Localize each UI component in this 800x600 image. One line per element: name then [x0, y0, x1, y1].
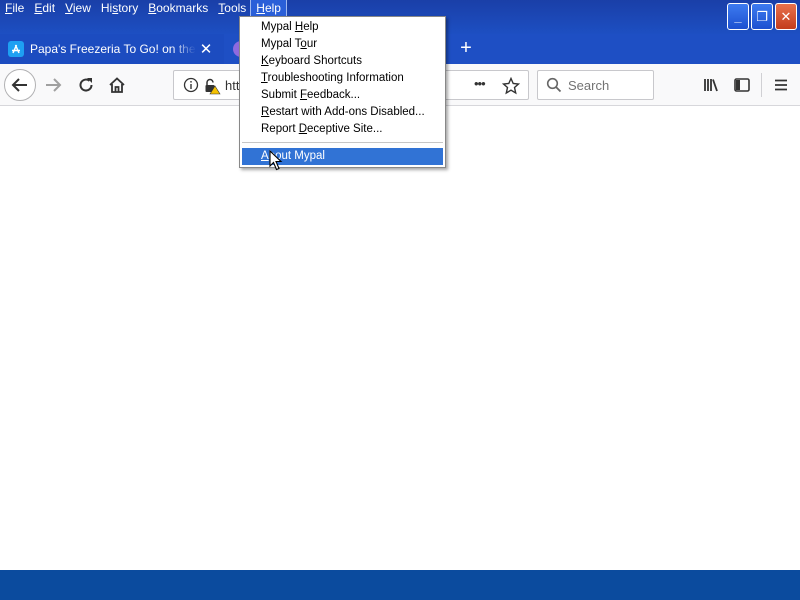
back-arrow-icon: [11, 78, 27, 92]
menu-item-keyboard-shortcuts[interactable]: Keyboard Shortcuts: [242, 53, 443, 70]
toolbar-divider: [761, 73, 762, 97]
close-icon: ✕: [780, 8, 792, 24]
window-controls: _ ❐ ✕: [727, 3, 797, 30]
url-text: htt: [225, 78, 240, 93]
menu-history[interactable]: History: [96, 0, 143, 17]
sidebar-icon: [734, 78, 750, 92]
home-button[interactable]: [103, 71, 131, 99]
page-actions-icon[interactable]: •••: [474, 76, 486, 91]
search-bar[interactable]: Search: [537, 70, 654, 100]
menu-tools[interactable]: Tools: [213, 0, 251, 17]
restore-button[interactable]: ❐: [751, 3, 773, 30]
home-icon: [109, 77, 125, 93]
menu-item-report-deceptive-site[interactable]: Report Deceptive Site...: [242, 121, 443, 138]
menu-item-troubleshooting[interactable]: Troubleshooting Information: [242, 70, 443, 87]
restore-icon: ❐: [756, 8, 768, 24]
mouse-cursor-icon: [269, 150, 283, 171]
help-menu-dropdown: Mypal Help Mypal Tour Keyboard Shortcuts…: [239, 16, 446, 168]
menu-button[interactable]: [767, 71, 795, 99]
tab-close-icon[interactable]: ✕: [198, 41, 214, 58]
menu-help[interactable]: Help: [250, 0, 287, 18]
search-icon: [546, 77, 562, 93]
forward-arrow-icon: [46, 78, 62, 92]
page-content[interactable]: [0, 106, 800, 570]
back-button[interactable]: [4, 69, 36, 101]
menu-item-submit-feedback[interactable]: Submit Feedback...: [242, 87, 443, 104]
tab-app-store[interactable]: Papa's Freezeria To Go! on the App Store…: [0, 34, 224, 64]
new-tab-button[interactable]: +: [456, 37, 476, 59]
insecure-lock-icon[interactable]: [203, 77, 221, 95]
info-icon[interactable]: [183, 77, 199, 93]
app-store-icon: [8, 41, 24, 57]
close-window-button[interactable]: ✕: [775, 3, 797, 30]
menu-item-mypal-help[interactable]: Mypal Help: [242, 19, 443, 36]
hamburger-menu-icon: [775, 79, 787, 91]
tab-title: Papa's Freezeria To Go! on the App Store: [30, 42, 196, 56]
menu-item-restart-addons-disabled[interactable]: Restart with Add-ons Disabled...: [242, 104, 443, 121]
minimize-icon: _: [734, 9, 742, 24]
minimize-button[interactable]: _: [727, 3, 749, 30]
menu-bar: File Edit View History Bookmarks Tools H…: [0, 0, 287, 18]
menu-bookmarks[interactable]: Bookmarks: [143, 0, 213, 17]
reload-button[interactable]: [72, 71, 100, 99]
search-placeholder: Search: [568, 78, 610, 93]
menu-item-mypal-tour[interactable]: Mypal Tour: [242, 36, 443, 53]
sidebar-button[interactable]: [728, 71, 756, 99]
library-icon: [704, 79, 718, 92]
taskbar: [0, 570, 800, 600]
forward-button[interactable]: [39, 71, 67, 99]
menu-view[interactable]: View: [60, 0, 96, 17]
menu-separator: [242, 142, 443, 143]
reload-icon: [79, 78, 93, 92]
menu-file[interactable]: File: [0, 0, 29, 17]
library-button[interactable]: [697, 71, 725, 99]
menu-edit[interactable]: Edit: [29, 0, 60, 17]
bookmark-star-icon[interactable]: [502, 77, 520, 95]
